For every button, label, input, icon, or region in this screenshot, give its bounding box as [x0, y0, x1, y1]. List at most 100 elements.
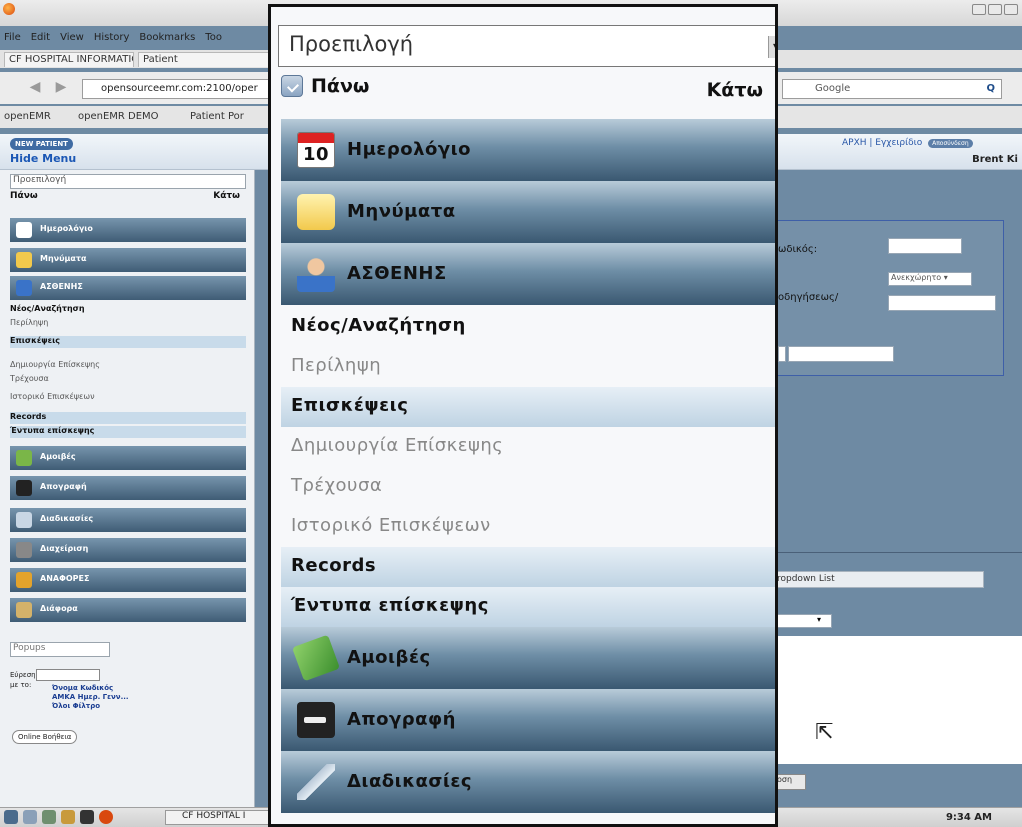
menu-section-header[interactable]: Επισκέψεις — [281, 387, 775, 427]
menu-bookmarks[interactable]: Bookmarks — [139, 32, 195, 43]
menu-bar-item[interactable]: Μηνύματα — [281, 181, 775, 243]
files-icon[interactable] — [23, 810, 37, 824]
syringe-icon — [16, 512, 32, 528]
down-link-zoom[interactable]: Κάτω — [707, 79, 763, 101]
down-link[interactable]: Κάτω — [213, 191, 240, 201]
menu-bar-item[interactable]: Απογραφή — [281, 689, 775, 751]
maximize-icon[interactable] — [988, 4, 1002, 15]
menu-link-item[interactable]: Νέος/Αναζήτηση — [281, 307, 775, 347]
clock: 9:34 AM — [945, 812, 992, 823]
search-field-links: Όνομα Κωδικός ΑΜΚΑ Ημερ. Γενν... Όλοι Φί… — [52, 684, 129, 711]
nav-item-small[interactable]: Έντυπα επίσκεψης — [10, 426, 246, 438]
nav-item-small[interactable]: ΑΣΘΕΝΗΣ — [10, 276, 246, 300]
menu-preset-select[interactable]: Προεπιλογή — [10, 174, 246, 189]
nav-item-small[interactable]: Αμοιβές — [10, 446, 246, 470]
small-input[interactable] — [778, 346, 786, 362]
menu-link-item[interactable]: Ιστορικό Επισκέψεων — [281, 507, 775, 547]
nav-item-small[interactable]: Ημερολόγιο — [10, 218, 246, 242]
hide-menu-link[interactable]: Hide Menu — [10, 152, 76, 165]
patient-icon — [16, 280, 32, 296]
menu-section-header[interactable]: Έντυπα επίσκεψης — [281, 587, 775, 627]
nav-item-small[interactable]: Ιστορικό Επισκέψεων — [10, 392, 246, 401]
zoomed-menu: Προεπιλογή ▾ Πάνω Κάτω 10 Ημερολόγιο Μηνύμ… — [268, 4, 778, 827]
search-link-name-code[interactable]: Όνομα Κωδικός — [52, 684, 129, 693]
nav-item-small[interactable]: ΑΝΑΦΟΡΕΣ — [10, 568, 246, 592]
menu-link-item[interactable]: Τρέχουσα — [281, 467, 775, 507]
menu-bar-item[interactable]: 10 Ημερολόγιο — [281, 119, 775, 181]
nav-item-small[interactable]: Επισκέψεις — [10, 336, 246, 348]
search-link-all-filter[interactable]: Όλοι Φίλτρο — [52, 702, 129, 711]
menu-link-item[interactable]: Δημιουργία Επίσκεψης — [281, 427, 775, 467]
terminal-icon[interactable] — [80, 810, 94, 824]
tab-hospital[interactable]: CF HOSPITAL INFORMATION... ✕ — [4, 52, 134, 67]
find-label: Εύρεση: — [10, 671, 38, 679]
menu-file[interactable]: File — [4, 32, 21, 43]
nav-item-label: Διαδικασίες — [40, 514, 94, 523]
up-link-zoom[interactable]: Πάνω — [281, 75, 369, 97]
nav-item-small[interactable]: Μηνύματα — [10, 248, 246, 272]
url-input[interactable]: opensourceemr.com:2100/oper — [82, 79, 272, 99]
nav-item-small[interactable]: Διαδικασίες — [10, 508, 246, 532]
menu-history[interactable]: History — [94, 32, 130, 43]
down-arrow-icon[interactable] — [775, 75, 778, 97]
logout-button[interactable]: Αποσύνδεση — [928, 139, 973, 148]
close-icon[interactable] — [1004, 4, 1018, 15]
back-icon[interactable]: ◀ — [26, 78, 44, 96]
menu-tools[interactable]: Too — [205, 32, 222, 43]
menu-edit[interactable]: Edit — [31, 32, 50, 43]
menu-link-item[interactable]: Περίληψη — [281, 347, 775, 387]
taskbar-task[interactable]: CF HOSPITAL I — [165, 810, 275, 825]
instructions-label: οδηγήσεως/ — [778, 292, 839, 303]
home-manual-links[interactable]: ΑΡΧΗ | Εγχειρίδιο — [842, 138, 922, 148]
menu-bar-item[interactable]: ΑΣΘΕΝΗΣ — [281, 243, 775, 305]
menu-item-label: Ημερολόγιο — [347, 139, 471, 160]
status-select[interactable]: Ανεκχώρητο ▾ — [888, 272, 972, 286]
search-icon[interactable]: Q — [986, 80, 995, 98]
app-menu-icon[interactable] — [4, 810, 18, 824]
online-help-button[interactable]: Online Βοήθεια — [12, 730, 78, 744]
nav-item-small[interactable]: Περίληψη — [10, 318, 246, 327]
minimize-icon[interactable] — [972, 4, 986, 15]
menu-bar-item[interactable]: Αμοιβές — [281, 627, 775, 689]
nav-item-small[interactable]: Απογραφή — [10, 476, 246, 500]
calendar-icon: 10 — [297, 132, 335, 168]
instructions-input[interactable] — [888, 295, 996, 311]
menu-bar: File Edit View History Bookmarks Too — [4, 32, 222, 43]
paint-icon[interactable] — [61, 810, 75, 824]
mouse-cursor-icon: ⇱ — [815, 720, 834, 745]
dropdown-select[interactable]: ▾ — [776, 614, 832, 628]
money-icon — [291, 634, 341, 682]
firefox-icon[interactable] — [99, 810, 113, 824]
user-name: Brent Ki — [972, 154, 1018, 165]
new-patient-button[interactable]: NEW PATIENT — [10, 138, 73, 150]
nav-item-small[interactable]: Τρέχουσα — [10, 374, 246, 383]
dropdown-list-label: ropdown List — [776, 571, 984, 588]
chevron-down-icon[interactable]: ▾ — [768, 36, 775, 58]
menu-section-header[interactable]: Records — [281, 547, 775, 587]
tab-patient[interactable]: Patient — [138, 52, 270, 67]
network-icon[interactable] — [42, 810, 56, 824]
bookmark-openemr[interactable]: openEMR — [4, 111, 51, 122]
search-input[interactable]: Google Q — [782, 79, 1002, 99]
bookmark-openemr-demo[interactable]: openEMR DEMO — [78, 111, 159, 122]
nav-item-small[interactable]: Δημιουργία Επίσκεψης — [10, 360, 246, 369]
nav-item-label: ΑΣΘΕΝΗΣ — [40, 282, 83, 291]
text-input[interactable] — [788, 346, 894, 362]
nav-item-small[interactable]: Records — [10, 412, 246, 424]
menu-view[interactable]: View — [60, 32, 84, 43]
menu-bar-item[interactable]: Διαδικασίες — [281, 751, 775, 813]
text-area[interactable] — [776, 636, 1022, 764]
up-link[interactable]: Πάνω — [10, 191, 38, 201]
window-controls — [972, 4, 1018, 15]
code-input[interactable] — [888, 238, 962, 254]
popups-select[interactable]: Popups — [10, 642, 110, 657]
submit-button[interactable]: οση — [776, 774, 806, 790]
nav-item-small[interactable]: Νέος/Αναζήτηση — [10, 304, 246, 313]
bookmark-patient-portal[interactable]: Patient Por — [190, 111, 244, 122]
search-link-amka-dob[interactable]: ΑΜΚΑ Ημερ. Γενν... — [52, 693, 129, 702]
forward-icon[interactable]: ▶ — [52, 78, 70, 96]
menu-preset-select-zoom[interactable]: Προεπιλογή ▾ — [278, 25, 775, 67]
nav-item-small[interactable]: Διάφορα — [10, 598, 246, 622]
patient-search-input[interactable] — [36, 669, 100, 681]
nav-item-small[interactable]: Διαχείριση — [10, 538, 246, 562]
